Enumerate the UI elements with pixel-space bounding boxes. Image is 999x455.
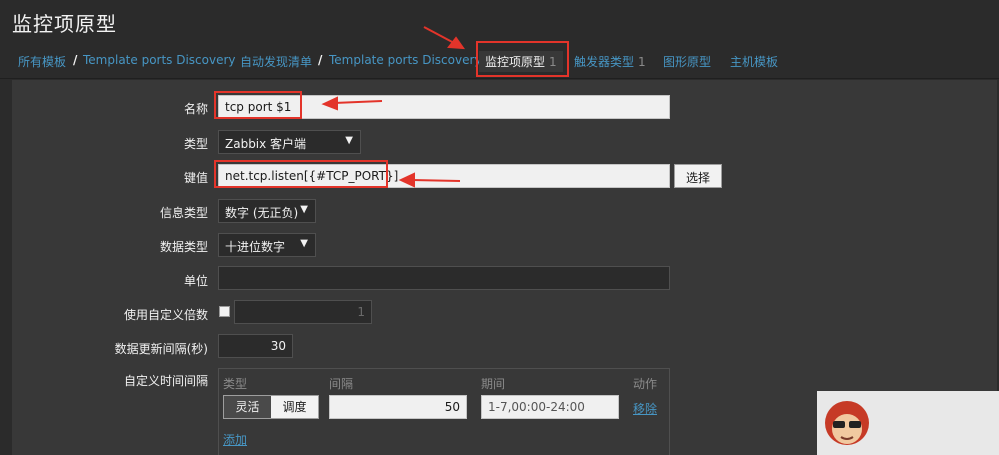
info-type-select[interactable]: 数字 (无正负) ▼ — [218, 199, 316, 223]
custom-intervals-table: 类型 间隔 期间 动作 灵活 调度 50 1-7,00:00-24:00 移除 … — [218, 368, 670, 455]
type-scheduling-option[interactable]: 调度 — [271, 396, 318, 418]
custom-intervals-label: 自定义时间间隔 — [123, 374, 208, 388]
tab-trigger-prototypes[interactable]: 触发器类型 1 — [574, 53, 646, 70]
col-type-header: 类型 — [223, 377, 248, 391]
interval-type-toggle: 灵活 调度 — [223, 395, 319, 419]
breadcrumb-discovery-rules[interactable]: 自动发现清单 — [240, 53, 312, 70]
update-interval-field[interactable]: 30 — [218, 334, 293, 358]
key-field[interactable]: net.tcp.listen[{#TCP_PORT}] — [218, 164, 670, 188]
data-type-label: 数据类型 — [159, 240, 208, 254]
multiplier-field[interactable]: 1 — [234, 300, 372, 324]
units-field[interactable] — [218, 266, 670, 290]
dropdown-caret-icon: ▼ — [300, 204, 308, 215]
breadcrumb-template[interactable]: Template ports Discovery — [83, 53, 236, 67]
breadcrumb-discovery-rule[interactable]: Template ports Discovery — [329, 53, 482, 67]
select-key-button[interactable]: 选择 — [674, 164, 722, 188]
breadcrumb-all-templates[interactable]: 所有模板 — [18, 53, 66, 70]
type-label: 类型 — [183, 137, 208, 151]
key-label: 键值 — [183, 171, 208, 185]
breadcrumb-separator: / — [318, 53, 323, 67]
col-action-header: 动作 — [633, 377, 658, 391]
data-type-select[interactable]: 十进位数字 ▼ — [218, 233, 316, 257]
page-title: 监控项原型 — [12, 12, 117, 36]
period-field[interactable]: 1-7,00:00-24:00 — [481, 395, 619, 419]
col-period-header: 期间 — [481, 377, 506, 391]
units-label: 单位 — [183, 274, 208, 288]
monkey-logo-icon — [825, 401, 869, 445]
type-flexible-option[interactable]: 灵活 — [224, 396, 271, 418]
dropdown-caret-icon: ▼ — [300, 238, 308, 249]
remove-interval-link[interactable]: 移除 — [633, 400, 657, 417]
tab-graph-prototypes[interactable]: 图形原型 — [663, 53, 711, 70]
name-label: 名称 — [183, 102, 208, 116]
breadcrumb-nav: 所有模板 / Template ports Discovery 自动发现清单 /… — [0, 41, 999, 79]
dropdown-caret-icon: ▼ — [345, 135, 353, 146]
info-type-label: 信息类型 — [159, 206, 208, 220]
col-interval-header: 间隔 — [329, 377, 354, 391]
multiplier-checkbox[interactable] — [219, 306, 230, 317]
update-interval-label: 数据更新间隔(秒) — [114, 342, 208, 356]
interval-field[interactable]: 50 — [329, 395, 467, 419]
page-header: 监控项原型 — [0, 0, 999, 40]
multiplier-label: 使用自定义倍数 — [123, 308, 208, 322]
name-field[interactable]: tcp port $1 — [218, 95, 670, 119]
add-interval-link[interactable]: 添加 — [223, 431, 247, 448]
tab-host-prototypes[interactable]: 主机模板 — [730, 53, 778, 70]
breadcrumb-separator: / — [73, 53, 78, 67]
type-select[interactable]: Zabbix 客户端 ▼ — [218, 130, 361, 154]
watermark-logo — [817, 391, 999, 455]
tab-item-prototypes[interactable]: 监控项原型 1 — [479, 51, 563, 72]
